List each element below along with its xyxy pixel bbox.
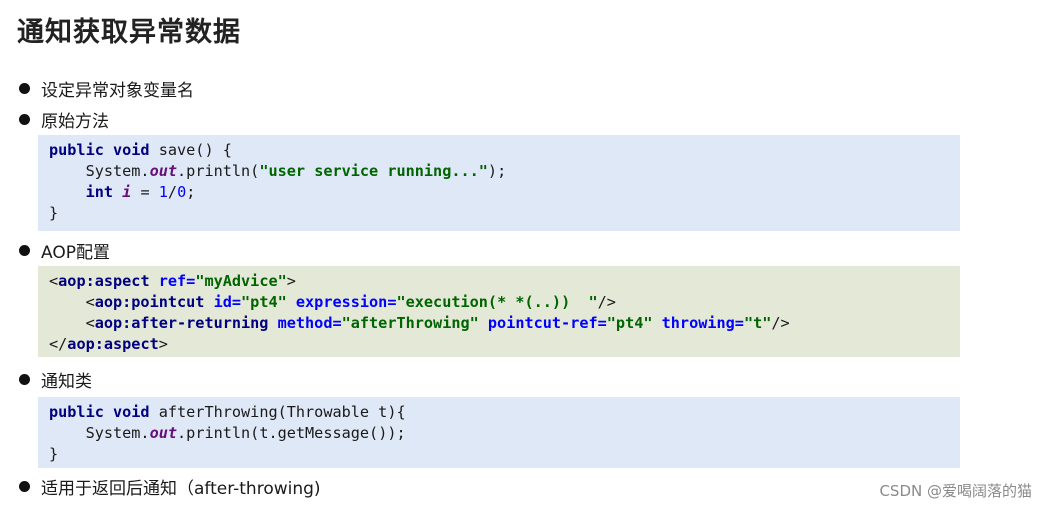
code-string: "afterThrowing"	[341, 314, 479, 332]
code-text: );	[487, 162, 507, 180]
bullet-dot-icon	[19, 480, 30, 492]
bullet-item-aop-config: AOP配置	[19, 239, 110, 263]
code-number: 0	[177, 183, 187, 201]
code-string: "pt4"	[241, 293, 287, 311]
code-text: .println(	[177, 162, 260, 180]
code-text: />	[771, 314, 790, 332]
code-text: />	[597, 293, 616, 311]
code-attribute: id=	[204, 293, 242, 311]
code-text: <	[49, 314, 95, 332]
code-keyword: int	[49, 183, 114, 201]
code-attribute: method=	[268, 314, 342, 332]
code-tag: aop:aspect	[58, 272, 150, 290]
code-field: out	[149, 424, 178, 442]
bullet-item-exception-variable: 设定异常对象变量名	[19, 77, 194, 101]
code-block-advice-class: public void afterThrowing(Throwable t){ …	[38, 397, 960, 468]
code-block-aop-config: <aop:aspect ref="myAdvice"> <aop:pointcu…	[38, 266, 960, 357]
code-text: save() {	[149, 141, 232, 159]
code-attribute: throwing=	[652, 314, 744, 332]
code-text: System.	[49, 424, 150, 442]
page-title: 通知获取异常数据	[17, 17, 241, 48]
code-tag: aop:pointcut	[94, 293, 205, 311]
code-tag: aop:after-returning	[94, 314, 269, 332]
code-text: >	[286, 272, 296, 290]
code-string: "execution(* *(..)) "	[396, 293, 598, 311]
code-text: /	[167, 183, 178, 201]
bullet-item-original-method: 原始方法	[19, 108, 109, 132]
code-attribute: ref=	[149, 272, 196, 290]
code-attribute: pointcut-ref=	[478, 314, 607, 332]
code-string: "user service running..."	[259, 162, 488, 180]
code-text: }	[49, 204, 59, 222]
code-text: System.	[49, 162, 150, 180]
code-text: }	[49, 445, 59, 463]
code-text: ;	[186, 183, 196, 201]
bullet-dot-icon	[19, 244, 30, 256]
code-number: 1	[158, 183, 168, 201]
bullet-item-advice-class: 通知类	[19, 368, 92, 392]
bullet-item-applicability: 适用于返回后通知（after-throwing)	[19, 475, 321, 499]
code-string: "pt4"	[606, 314, 653, 332]
code-attribute: expression=	[286, 293, 397, 311]
code-text: <	[49, 272, 59, 290]
code-string: "myAdvice"	[195, 272, 287, 290]
code-variable: i	[122, 183, 132, 201]
code-text: afterThrowing(Throwable t){	[149, 403, 406, 421]
code-string: "t"	[743, 314, 772, 332]
code-text: </	[49, 335, 68, 353]
bullet-dot-icon	[19, 82, 30, 94]
bullet-text: AOP配置	[41, 242, 110, 263]
code-text: <	[49, 293, 95, 311]
bullet-dot-icon	[19, 373, 30, 385]
code-text: .println(t.getMessage());	[177, 424, 406, 442]
code-keyword: public void	[49, 403, 150, 421]
bullet-dot-icon	[19, 113, 30, 125]
bullet-text: 原始方法	[41, 111, 109, 132]
code-field: out	[149, 162, 178, 180]
code-block-original-method: public void save() { System.out.println(…	[38, 135, 960, 231]
bullet-text: 适用于返回后通知（after-throwing)	[41, 478, 321, 499]
code-text: =	[131, 183, 159, 201]
code-keyword: public void	[49, 141, 150, 159]
code-tag: aop:aspect	[67, 335, 159, 353]
bullet-text: 设定异常对象变量名	[41, 80, 194, 101]
watermark: CSDN @爱喝阔落的猫	[879, 482, 1032, 500]
bullet-text: 通知类	[41, 371, 92, 392]
code-text: >	[158, 335, 168, 353]
